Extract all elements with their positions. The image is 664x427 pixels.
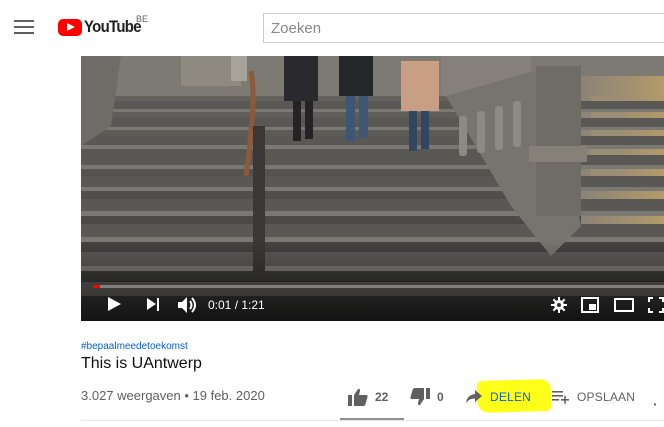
- volume-icon[interactable]: [177, 295, 199, 315]
- like-button[interactable]: 22: [348, 383, 388, 411]
- miniplayer-icon[interactable]: [581, 297, 599, 313]
- search-box: [263, 13, 664, 43]
- masthead: YouTube BE: [0, 0, 664, 56]
- player-controls: 0:01 / 1:21: [81, 290, 664, 321]
- dislike-button[interactable]: 0: [410, 383, 444, 411]
- hashtag-link[interactable]: #bepaalmeedetoekomst: [81, 341, 188, 352]
- theater-icon[interactable]: [614, 298, 634, 312]
- save-label: OPSLAAN: [577, 390, 636, 404]
- settings-icon[interactable]: [551, 297, 567, 313]
- save-button[interactable]: OPSLAAN: [552, 383, 635, 411]
- time-display: 0:01 / 1:21: [208, 298, 265, 312]
- view-count-date: 3.027 weergaven • 19 feb. 2020: [81, 388, 265, 403]
- share-label: DELEN: [490, 390, 532, 404]
- progress-bar[interactable]: [93, 285, 664, 288]
- search-input[interactable]: [264, 14, 664, 42]
- youtube-watch-page: YouTube BE Zoeken 0:01 / 1:21 #bepaalmee…: [0, 0, 664, 427]
- save-playlist-icon: [552, 391, 569, 404]
- youtube-play-logo-icon: [58, 18, 82, 36]
- thumb-up-icon: [348, 388, 368, 406]
- dislike-count: 0: [437, 390, 444, 404]
- thumb-down-icon: [410, 388, 430, 406]
- fullscreen-icon[interactable]: [648, 297, 664, 313]
- country-code: BE: [136, 14, 149, 24]
- next-icon[interactable]: [147, 298, 161, 311]
- youtube-logo[interactable]: YouTube BE: [58, 14, 149, 39]
- play-icon[interactable]: [108, 297, 121, 311]
- more-icon[interactable]: ·: [653, 390, 658, 418]
- action-bar: 22 0 DELEN OPSLAAN ·: [340, 383, 664, 413]
- divider: [81, 420, 664, 421]
- share-icon: [466, 390, 482, 403]
- video-player[interactable]: 0:01 / 1:21: [81, 56, 664, 321]
- share-button[interactable]: DELEN: [465, 383, 531, 411]
- menu-icon[interactable]: [14, 19, 34, 35]
- like-count: 22: [375, 390, 389, 404]
- progress-bar-played: [93, 285, 100, 288]
- logo-text: YouTube: [84, 17, 142, 36]
- video-frame: [81, 56, 664, 321]
- video-title: This is UAntwerp: [81, 355, 202, 372]
